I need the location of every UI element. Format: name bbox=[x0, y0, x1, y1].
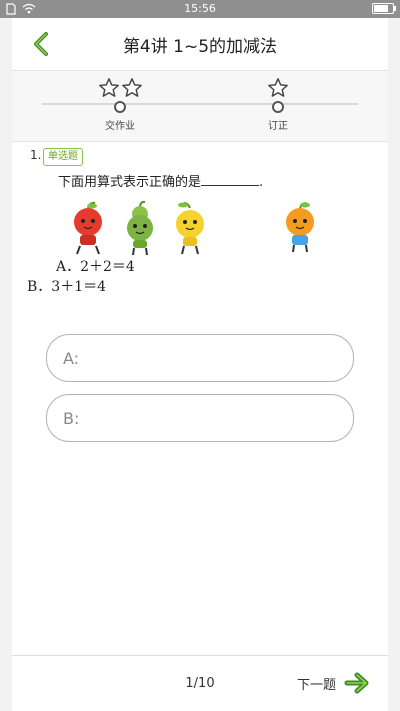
footer-bar: 1/10 下一题 bbox=[12, 655, 388, 711]
star-icon bbox=[121, 78, 142, 97]
question-text: 下面用算式表示正确的是. bbox=[58, 171, 263, 190]
orange-character-icon bbox=[286, 202, 314, 253]
step-submit[interactable]: 交作业 bbox=[80, 77, 160, 132]
step-dot bbox=[272, 101, 284, 113]
progress-steps: 交作业 订正 bbox=[12, 71, 388, 142]
pear-character-icon bbox=[127, 200, 153, 256]
lemon-character-icon bbox=[176, 202, 204, 255]
fruit-illustration bbox=[70, 200, 340, 262]
star-icon bbox=[268, 78, 288, 97]
star-icon bbox=[98, 78, 119, 97]
step-stars bbox=[238, 77, 318, 99]
battery-icon bbox=[372, 3, 396, 14]
question-number: 1. bbox=[30, 148, 42, 162]
status-icons-right bbox=[372, 3, 396, 14]
status-time: 15:56 bbox=[184, 2, 216, 15]
question-end: . bbox=[259, 175, 264, 190]
next-question-button[interactable]: 下一题 bbox=[297, 668, 374, 698]
next-question-label: 下一题 bbox=[296, 677, 336, 693]
answer-option-a-button[interactable]: A: bbox=[46, 334, 354, 382]
step-label: 交作业 bbox=[105, 121, 135, 132]
apple-character-icon bbox=[74, 201, 102, 255]
step-label: 订正 bbox=[268, 121, 288, 132]
step-dot bbox=[114, 101, 126, 113]
answer-blank bbox=[201, 173, 260, 186]
page-card: 第4讲 1~5的加减法 交作业 订正 1. 单选题 下面用算式表示正确的是. A… bbox=[12, 18, 388, 711]
header-bar: 第4讲 1~5的加减法 bbox=[12, 18, 388, 71]
arrow-right-icon bbox=[344, 672, 369, 694]
question-type-badge: 单选题 bbox=[43, 148, 83, 166]
step-correct[interactable]: 订正 bbox=[238, 77, 318, 132]
option-b-text: B．3＋1＝4 bbox=[27, 279, 107, 295]
option-a-text: A．2＋2＝4 bbox=[56, 259, 135, 275]
step-stars bbox=[80, 77, 160, 99]
page-title: 第4讲 1~5的加减法 bbox=[122, 37, 278, 57]
answer-option-a-label: A: bbox=[63, 349, 80, 368]
answer-option-b-button[interactable]: B: bbox=[46, 394, 354, 442]
status-bar: 15:56 bbox=[0, 0, 400, 18]
question-stem: 下面用算式表示正确的是 bbox=[58, 175, 202, 190]
answer-option-b-label: B: bbox=[63, 409, 80, 428]
